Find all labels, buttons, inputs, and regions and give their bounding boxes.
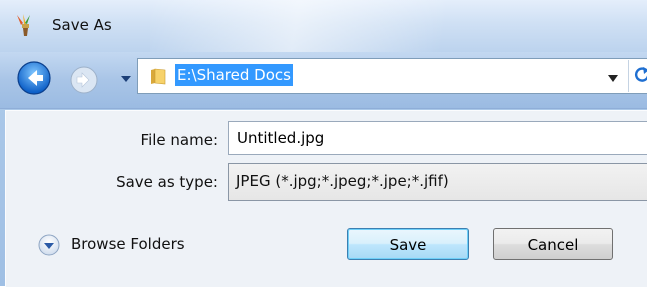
expand-chevron-icon[interactable] [38,234,60,256]
save-as-type-label: Save as type: [116,173,218,191]
address-path[interactable]: E:\Shared Docs [175,64,293,86]
file-name-label: File name: [140,131,218,149]
title-bar-glass [150,0,570,52]
recent-pages-dropdown-icon[interactable] [120,74,132,84]
chevron-down-icon[interactable] [607,74,619,83]
back-arrow-icon[interactable] [17,61,51,95]
file-name-field[interactable] [228,121,647,155]
save-as-dialog: Save As E:\Shared Docs File name: Save a… [0,0,647,287]
save-button[interactable]: Save [347,228,469,260]
paintbrush-icon [17,14,30,36]
window-title: Save As [52,16,112,34]
refresh-icon[interactable] [634,66,647,86]
save-as-type-value[interactable]: JPEG (*.jpg;*.jpeg;*.jpe;*.jfif) [236,172,449,190]
address-divider [628,60,629,92]
forward-arrow-icon[interactable] [70,66,98,94]
folder-icon [151,68,166,85]
browse-folders-button[interactable]: Browse Folders [71,235,185,253]
cancel-button[interactable]: Cancel [493,228,613,260]
